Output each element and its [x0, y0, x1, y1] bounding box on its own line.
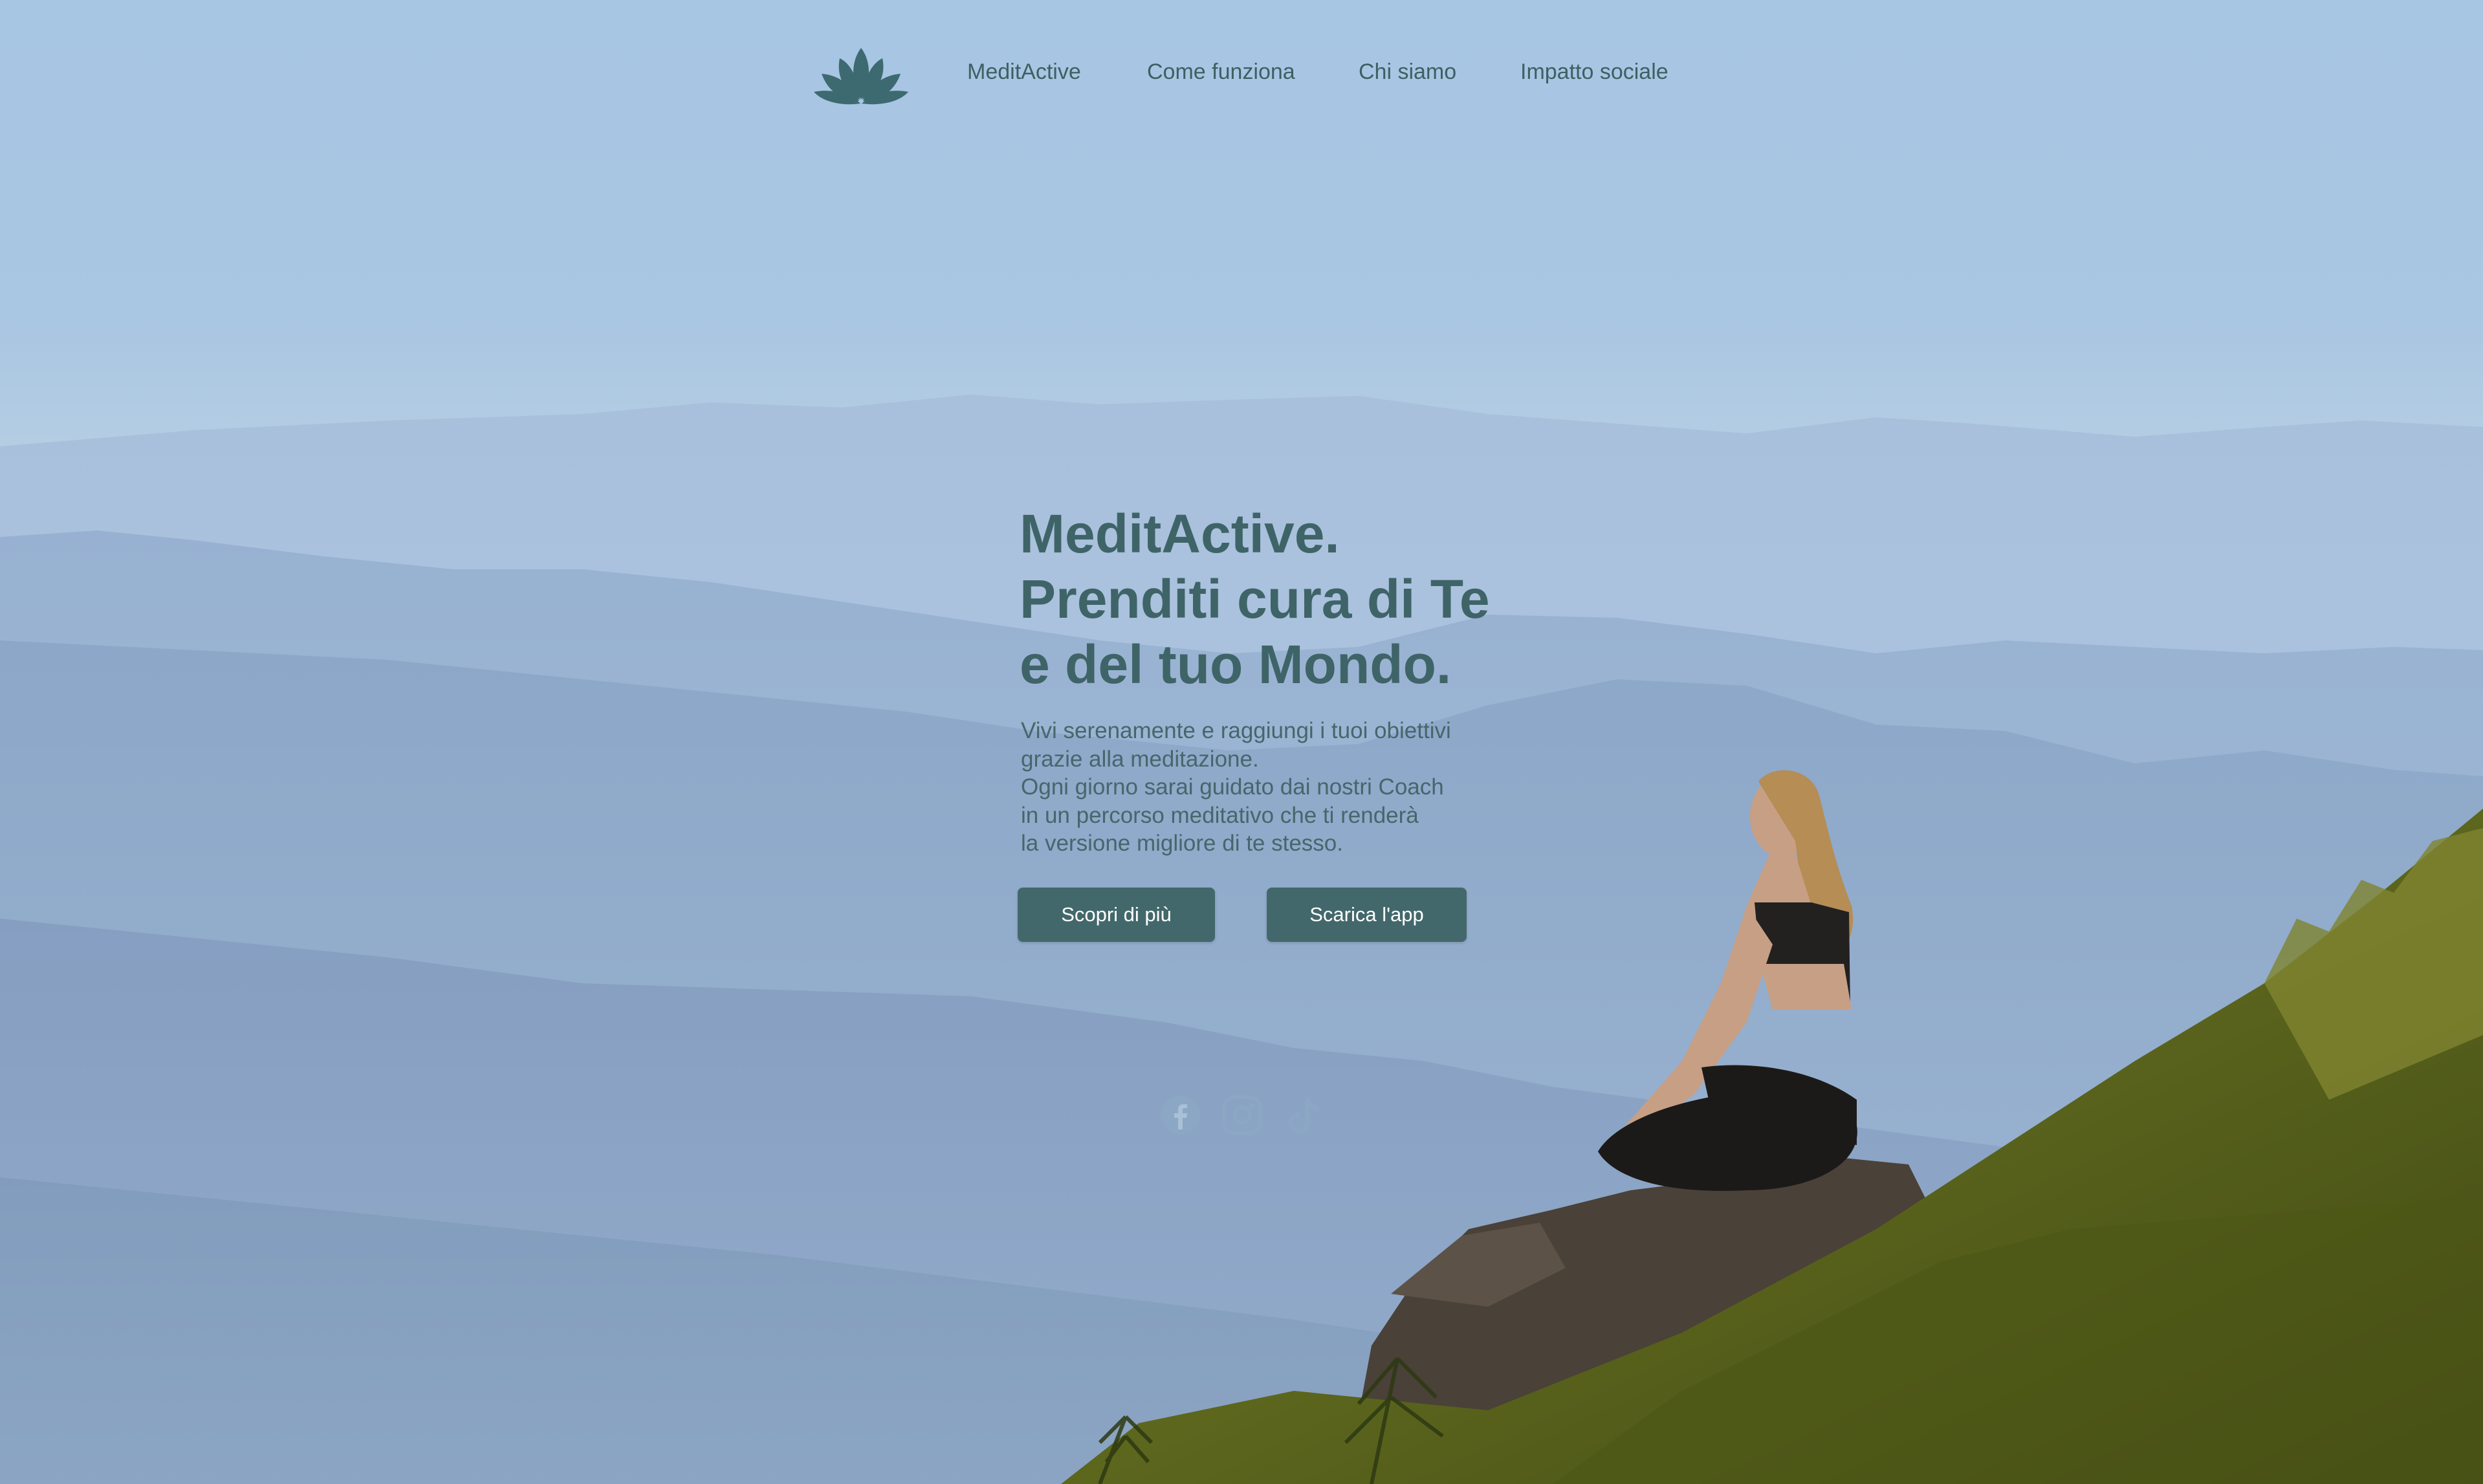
headline-line: e del tuo Mondo.	[1020, 634, 1452, 695]
instagram-icon[interactable]	[1221, 1095, 1263, 1136]
description-line: la versione migliore di te stesso.	[1021, 831, 1343, 856]
headline-line: MeditActive.	[1020, 503, 1340, 564]
description-line: Vivi serenamente e raggiungi i tuoi obie…	[1021, 718, 1451, 743]
lotus-icon[interactable]	[814, 47, 908, 106]
nav-link-impatto-sociale[interactable]: Impatto sociale	[1520, 60, 1668, 85]
nav-link-come-funziona[interactable]: Come funziona	[1147, 60, 1295, 85]
description-line: Ogni giorno sarai guidato dai nostri Coa…	[1021, 774, 1444, 800]
facebook-icon[interactable]	[1160, 1095, 1201, 1136]
nav-link-chi-siamo[interactable]: Chi siamo	[1359, 60, 1456, 85]
main-navigation: MeditActive Come funziona Chi siamo Impa…	[0, 39, 2483, 110]
nav-link-meditactive[interactable]: MeditActive	[967, 60, 1081, 85]
hero-headline: MeditActive. Prenditi cura di Te e del t…	[1020, 501, 1511, 697]
download-app-button[interactable]: Scarica l'app	[1267, 888, 1467, 942]
hero-description: Vivi serenamente e raggiungi i tuoi obie…	[1021, 717, 1513, 858]
tiktok-icon[interactable]	[1283, 1095, 1324, 1136]
headline-line: Prenditi cura di Te	[1020, 569, 1490, 629]
discover-more-button[interactable]: Scopri di più	[1018, 888, 1215, 942]
description-line: in un percorso meditativo che ti renderà	[1021, 802, 1419, 828]
description-line: grazie alla meditazione.	[1021, 746, 1259, 772]
